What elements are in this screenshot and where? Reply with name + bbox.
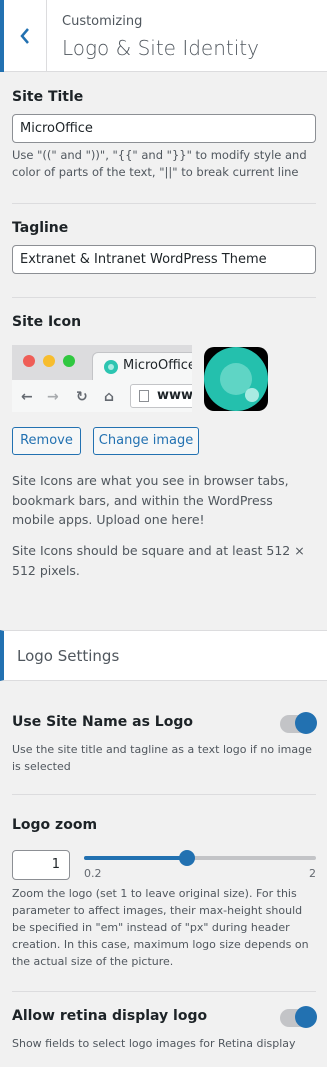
- logo-zoom-label: Logo zoom: [12, 817, 98, 833]
- customizer-header: Customizing Logo & Site Identity: [0, 0, 327, 72]
- minimize-dot-icon: [43, 355, 55, 367]
- url-text: www.: [157, 388, 192, 403]
- forward-arrow-icon: →: [47, 389, 59, 405]
- logo-settings-section[interactable]: Logo Settings: [0, 630, 327, 681]
- close-dot-icon: [23, 355, 35, 367]
- slider-fill: [84, 856, 188, 860]
- url-bar: www.: [130, 384, 192, 408]
- retina-logo-toggle[interactable]: [280, 1006, 317, 1028]
- use-site-name-label: Use Site Name as Logo: [12, 714, 193, 730]
- retina-logo-label: Allow retina display logo: [12, 1008, 208, 1024]
- retina-logo-description: Show fields to select logo images for Re…: [12, 1037, 296, 1050]
- zoom-max-label: 2: [309, 867, 316, 880]
- back-button[interactable]: [0, 0, 47, 72]
- chevron-left-icon: [20, 28, 29, 44]
- site-title-description: Use "((" and "))", "{{" and "}}" to modi…: [12, 148, 307, 179]
- maximize-dot-icon: [63, 355, 75, 367]
- site-icon-label: Site Icon: [12, 314, 82, 330]
- browser-preview: MicroOffice ← → ↻ ⌂ www.: [12, 345, 192, 412]
- use-site-name-description: Use the site title and tagline as a text…: [12, 743, 312, 773]
- logo-zoom-slider[interactable]: [84, 850, 316, 866]
- browser-tab: MicroOffice: [92, 352, 192, 380]
- zoom-min-label: 0.2: [84, 867, 102, 880]
- favicon-icon: [104, 360, 118, 374]
- browser-toolbar: ← → ↻ ⌂ www.: [12, 380, 192, 412]
- header-subtitle: Customizing: [62, 14, 143, 29]
- site-icon-description: Site Icons are what you see in browser t…: [12, 473, 289, 527]
- site-icon-size-note: Site Icons should be square and at least…: [12, 543, 305, 578]
- site-title-input[interactable]: MicroOffice: [12, 114, 316, 143]
- page-title: Logo & Site Identity: [62, 36, 259, 60]
- site-title-label: Site Title: [12, 89, 84, 105]
- tagline-input[interactable]: Extranet & Intranet WordPress Theme: [12, 245, 316, 274]
- divider: [12, 203, 316, 204]
- remove-button[interactable]: Remove: [12, 427, 81, 455]
- toggle-knob: [295, 1006, 317, 1028]
- logo-zoom-input[interactable]: 1: [12, 850, 70, 880]
- divider: [12, 297, 316, 298]
- reload-icon: ↻: [76, 389, 88, 405]
- back-arrow-icon: ←: [21, 389, 33, 405]
- site-logo-icon: [204, 347, 268, 411]
- divider: [12, 794, 316, 795]
- divider: [12, 991, 316, 992]
- use-site-name-toggle[interactable]: [280, 712, 317, 734]
- section-title: Logo Settings: [17, 647, 120, 665]
- app-icon-preview: [204, 347, 268, 411]
- page-icon: [139, 390, 149, 402]
- home-icon: ⌂: [104, 389, 115, 405]
- tagline-label: Tagline: [12, 220, 69, 236]
- slider-thumb[interactable]: [179, 850, 196, 866]
- change-image-button[interactable]: Change image: [93, 427, 199, 455]
- logo-zoom-description: Zoom the logo (set 1 to leave original s…: [12, 887, 309, 968]
- browser-tab-title: MicroOffice: [123, 358, 192, 373]
- toggle-knob: [295, 712, 317, 734]
